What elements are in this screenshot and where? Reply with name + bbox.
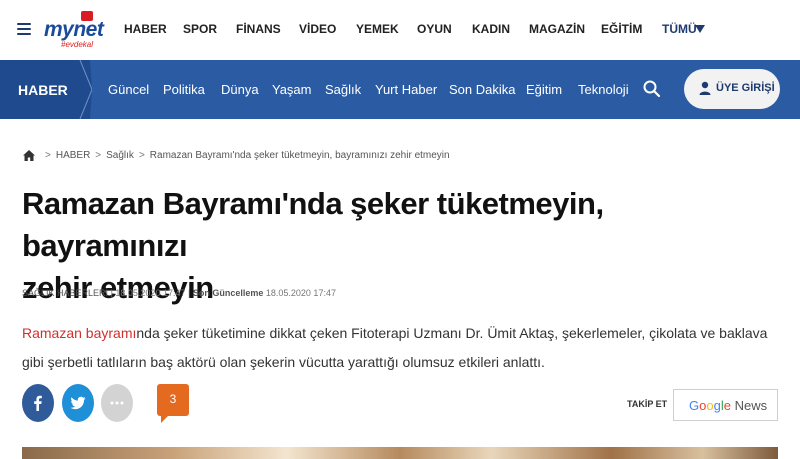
comment-count-button[interactable]: 3	[157, 384, 189, 423]
sub-nav-egitim[interactable]: Eğitim	[526, 82, 562, 97]
sub-nav-yasam[interactable]: Yaşam	[272, 82, 312, 97]
top-navigation: mynet #evdekal HABER SPOR FİNANS VİDEO Y…	[0, 0, 800, 60]
follow-label: TAKİP ET	[627, 399, 668, 409]
hamburger-menu-icon[interactable]	[17, 23, 31, 37]
top-nav-magazin[interactable]: MAGAZİN	[529, 22, 585, 36]
sub-nav-guncel[interactable]: Güncel	[108, 82, 149, 97]
breadcrumb-separator: >	[95, 150, 102, 161]
breadcrumb-saglik[interactable]: Sağlık	[106, 150, 134, 161]
article-title-line-1: Ramazan Bayramı'nda şeker tüketmeyin, ba…	[22, 186, 604, 263]
top-nav-finans[interactable]: FİNANS	[236, 22, 281, 36]
top-nav-oyun[interactable]: OYUN	[417, 22, 452, 36]
sub-nav-son-dakika[interactable]: Son Dakika	[449, 82, 515, 97]
updated-date: 18.05.2020 17:47	[265, 288, 336, 298]
chevron-down-icon[interactable]	[695, 25, 705, 33]
top-nav-video[interactable]: VİDEO	[299, 22, 336, 36]
article-category[interactable]: SAĞLIK HABERLERİ	[22, 288, 108, 298]
article-hero-image[interactable]	[22, 447, 778, 459]
sub-nav-teknoloji[interactable]: Teknoloji	[578, 82, 629, 97]
search-icon[interactable]	[643, 80, 661, 98]
breadcrumb: > HABER > Sağlık > Ramazan Bayramı'nda ş…	[23, 150, 450, 161]
sub-nav-yurt-haber[interactable]: Yurt Haber	[375, 82, 437, 97]
all-categories-button[interactable]: TÜMÜ	[662, 22, 697, 36]
google-news-label: News	[734, 398, 768, 413]
home-icon[interactable]	[23, 150, 35, 161]
user-icon	[699, 81, 711, 95]
article-meta: SAĞLIK HABERLERİ | 18.05.2020 17:47 | So…	[22, 288, 336, 298]
section-navigation: HABER Güncel Politika Dünya Yaşam Sağlık…	[0, 60, 800, 119]
breadcrumb-separator: >	[45, 150, 51, 161]
more-dots-icon	[110, 401, 124, 405]
login-button[interactable]: ÜYE GİRİŞİ	[684, 69, 780, 109]
published-date: 18.05.2020 17:47	[115, 288, 186, 298]
top-nav-kadin[interactable]: KADIN	[472, 22, 510, 36]
updated-label: Son Güncelleme	[192, 288, 264, 298]
breadcrumb-haber[interactable]: HABER	[56, 150, 90, 161]
breadcrumb-separator: >	[138, 150, 145, 161]
breadcrumb-current: Ramazan Bayramı'nda şeker tüketmeyin, ba…	[149, 150, 450, 161]
section-title: HABER	[18, 82, 68, 98]
sub-nav-saglik[interactable]: Sağlık	[325, 82, 361, 97]
logo-hashtag: #evdekal	[61, 40, 94, 49]
google-news-follow-button[interactable]: Google News	[673, 389, 778, 421]
share-more-button[interactable]	[101, 384, 133, 422]
sub-nav-dunya[interactable]: Dünya	[221, 82, 259, 97]
facebook-icon	[34, 395, 42, 411]
share-facebook-button[interactable]	[22, 384, 54, 422]
logo-wordmark: mynet	[44, 18, 104, 41]
top-nav-egitim[interactable]: EĞİTİM	[601, 22, 642, 36]
top-nav-haber[interactable]: HABER	[124, 22, 167, 36]
sub-nav-politika[interactable]: Politika	[163, 82, 205, 97]
top-nav-yemek[interactable]: YEMEK	[356, 22, 399, 36]
google-news-logo: Google News	[689, 398, 768, 413]
mynet-logo[interactable]: mynet #evdekal	[44, 10, 104, 50]
summary-link[interactable]: Ramazan bayramı	[22, 325, 136, 341]
login-label: ÜYE GİRİŞİ	[716, 82, 775, 94]
share-twitter-button[interactable]	[62, 384, 94, 422]
chevron-separator-icon	[70, 60, 92, 119]
twitter-icon	[70, 396, 86, 410]
top-nav-spor[interactable]: SPOR	[183, 22, 217, 36]
article-summary: Ramazan bayramında şeker tüketimine dikk…	[22, 319, 782, 377]
comment-count: 3	[169, 392, 177, 406]
